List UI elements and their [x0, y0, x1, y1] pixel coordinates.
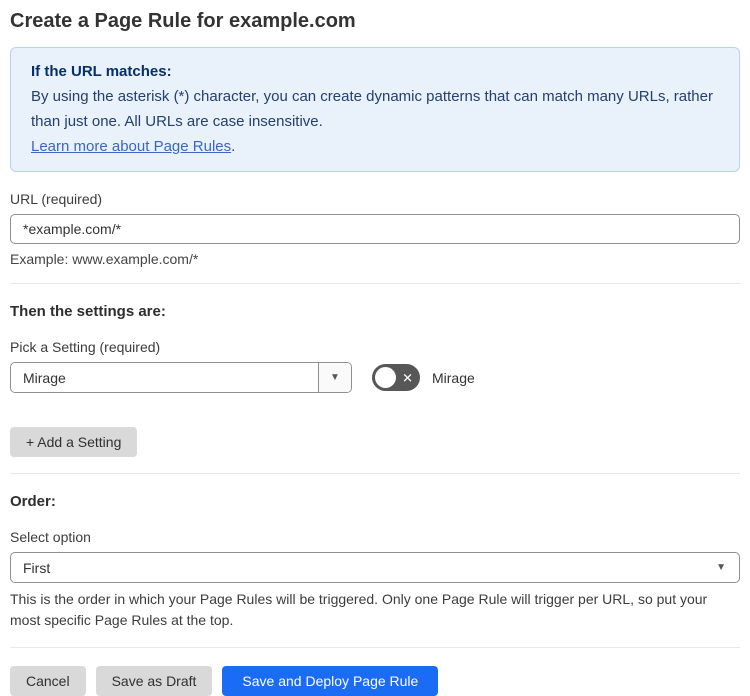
url-matches-info-box: If the URL matches: By using the asteris… — [10, 47, 740, 172]
mirage-toggle[interactable]: ✕ — [372, 364, 420, 391]
divider — [10, 647, 740, 648]
order-select-label: Select option — [10, 529, 91, 545]
info-box-link-line: Learn more about Page Rules. — [31, 134, 719, 159]
toggle-off-x-icon: ✕ — [402, 370, 413, 385]
url-input[interactable] — [10, 214, 740, 244]
save-as-draft-button[interactable]: Save as Draft — [95, 666, 213, 696]
save-and-deploy-button[interactable]: Save and Deploy Page Rule — [222, 666, 439, 696]
info-box-body-text: By using the asterisk (*) character, you… — [31, 88, 713, 130]
chevron-down-icon: ▼ — [716, 561, 726, 573]
setting-select-value: Mirage — [23, 369, 66, 386]
chevron-down-icon: ▼ — [330, 371, 340, 383]
order-select-value: First — [23, 559, 51, 576]
settings-section-heading: Then the settings are: — [10, 303, 166, 320]
divider — [10, 283, 740, 284]
order-section-heading: Order: — [10, 493, 56, 510]
page-title: Create a Page Rule for example.com — [10, 10, 356, 32]
order-select[interactable]: First ▼ — [10, 552, 740, 583]
toggle-label: Mirage — [432, 369, 475, 386]
setting-select-arrow-button[interactable]: ▼ — [318, 363, 351, 392]
add-setting-button[interactable]: + Add a Setting — [10, 427, 138, 457]
page-rule-form: Create a Page Rule for example.com If th… — [0, 8, 750, 696]
link-suffix: . — [231, 138, 236, 155]
footer-buttons: Cancel Save as Draft Save and Deploy Pag… — [10, 666, 740, 696]
info-box-heading: If the URL matches: — [31, 63, 172, 80]
order-help-text: This is the order in which your Page Rul… — [10, 591, 708, 628]
url-field-label: URL (required) — [10, 191, 103, 207]
pick-setting-label: Pick a Setting (required) — [10, 339, 161, 355]
setting-select[interactable]: Mirage ▼ — [10, 362, 352, 393]
url-example-text: Example: www.example.com/* — [10, 251, 199, 267]
learn-more-link[interactable]: Learn more about Page Rules — [31, 138, 231, 155]
info-box-body: By using the asterisk (*) character, you… — [31, 84, 719, 134]
divider — [10, 473, 740, 474]
setting-row: Mirage ▼ ✕ Mirage — [10, 362, 740, 393]
toggle-knob — [375, 367, 396, 388]
cancel-button[interactable]: Cancel — [10, 666, 86, 696]
